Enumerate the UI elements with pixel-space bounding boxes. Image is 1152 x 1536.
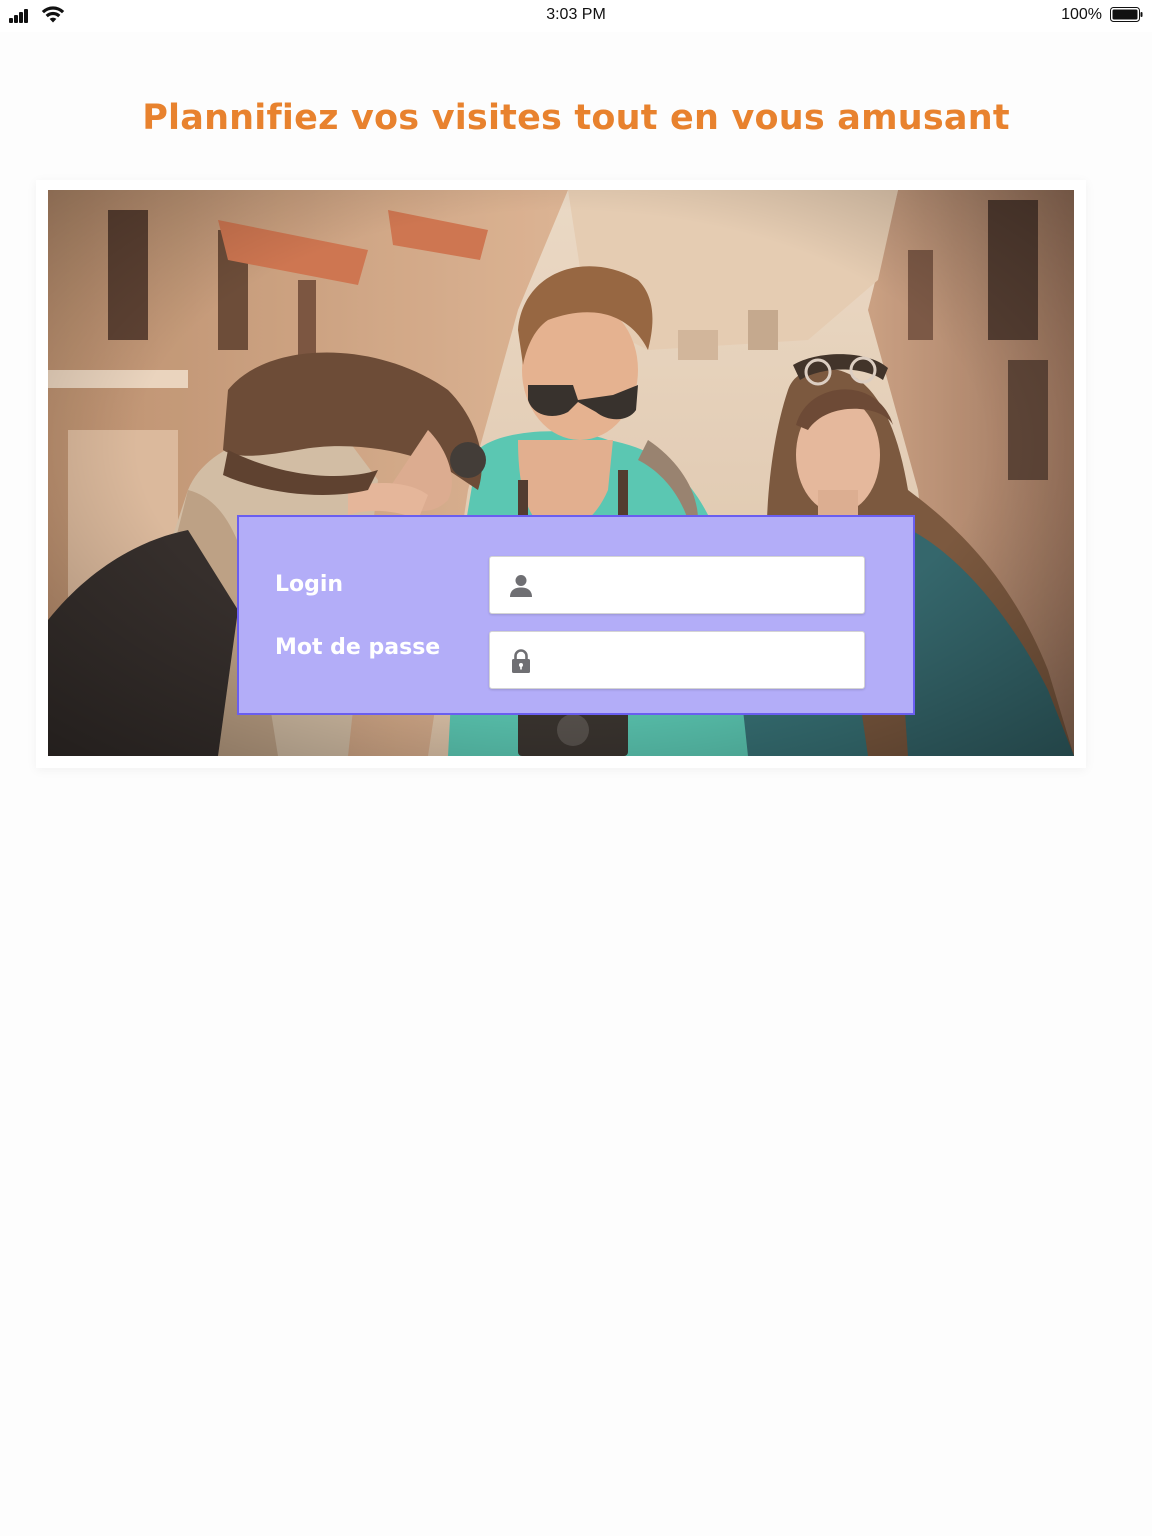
login-label: Login: [275, 572, 344, 597]
password-input[interactable]: [548, 638, 852, 684]
password-field[interactable]: [489, 631, 865, 689]
status-bar: 3:03 PM 100%: [0, 0, 1152, 32]
login-panel: Login Mot de passe: [237, 515, 915, 715]
password-label: Mot de passe: [275, 635, 441, 660]
login-input[interactable]: [548, 563, 852, 609]
battery-icon: [1110, 7, 1143, 22]
lock-icon: [512, 649, 530, 673]
login-field[interactable]: [489, 556, 865, 614]
user-icon: [510, 575, 532, 597]
page-title: Plannifiez vos visites tout en vous amus…: [142, 98, 1010, 138]
status-time: 3:03 PM: [546, 6, 606, 23]
battery-percentage: 100%: [1061, 6, 1102, 23]
